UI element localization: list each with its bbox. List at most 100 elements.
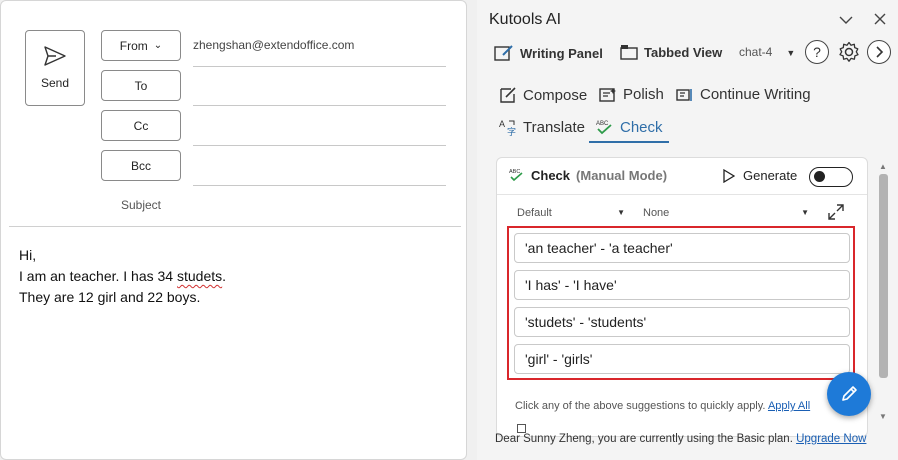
help-button[interactable]: ?	[805, 40, 829, 64]
writing-panel-icon	[494, 45, 513, 61]
bcc-button[interactable]: Bcc	[101, 150, 181, 181]
apply-hint: Click any of the above suggestions to qu…	[515, 400, 810, 412]
compose-icon	[500, 87, 516, 103]
svg-text:A: A	[499, 119, 505, 129]
style-select[interactable]: Default ▼	[517, 207, 625, 219]
to-field[interactable]	[193, 105, 446, 106]
bcc-label: Bcc	[130, 158, 151, 173]
tabbed-view-icon	[620, 45, 638, 60]
send-icon	[44, 46, 66, 66]
polish-icon	[599, 87, 616, 102]
tone-select-value: None	[643, 207, 670, 219]
chat-selector-value: chat-4	[739, 45, 773, 59]
play-icon	[723, 168, 735, 183]
tabbed-view-label: Tabbed View	[644, 44, 723, 60]
tab-continue-writing[interactable]: Continue Writing	[676, 86, 811, 103]
chat-selector[interactable]: chat-4 ▼	[739, 45, 795, 59]
scroll-down-icon[interactable]: ▼	[879, 412, 887, 421]
gear-icon	[839, 41, 859, 62]
pencil-icon	[842, 386, 857, 401]
from-button[interactable]: From ⌄	[101, 30, 181, 61]
subject-label: Subject	[120, 198, 162, 212]
tabbed-view-button[interactable]: Tabbed View	[620, 44, 722, 60]
help-icon: ?	[813, 44, 821, 60]
writing-panel-label: Writing Panel	[520, 45, 603, 61]
cc-button[interactable]: Cc	[101, 110, 181, 141]
plan-text: Dear Sunny Zheng, you are currently usin…	[495, 433, 793, 445]
dropdown-arrow-icon: ▼	[786, 48, 796, 58]
pane-title: Kutools AI	[489, 11, 562, 28]
active-tab-indicator	[589, 141, 669, 143]
upgrade-link[interactable]: Upgrade Now	[796, 433, 866, 445]
tab-compose[interactable]: Compose	[499, 86, 587, 104]
translate-icon: A 字	[499, 119, 516, 136]
to-label: To	[134, 78, 148, 93]
cc-label: Cc	[133, 118, 149, 133]
suggestion-item[interactable]: 'studets' - 'students'	[514, 307, 850, 337]
bcc-field[interactable]	[193, 185, 446, 186]
toggle-knob	[814, 171, 825, 182]
apply-hint-text: Click any of the above suggestions to qu…	[515, 400, 766, 412]
card-divider	[497, 194, 867, 195]
send-label: Send	[40, 76, 70, 90]
settings-button[interactable]	[837, 40, 861, 64]
email-body[interactable]: Hi, I am an teacher. I has 34 studets. T…	[19, 245, 226, 308]
svg-text:字: 字	[507, 126, 516, 136]
tab-continue-writing-label: Continue Writing	[700, 86, 811, 103]
check-card-header: ABC Check (Manual Mode)	[509, 167, 667, 183]
chevron-right-icon	[876, 46, 884, 58]
pane-scrollbar[interactable]: ▲ ▼	[877, 160, 889, 428]
cc-field[interactable]	[193, 145, 446, 146]
tone-select[interactable]: None ▼	[643, 207, 809, 219]
misspelled-word[interactable]: studets	[177, 268, 222, 284]
tab-polish-label: Polish	[623, 86, 664, 103]
body-line-2-start: I am an teacher. I has 34	[19, 268, 177, 284]
from-divider	[193, 66, 446, 67]
continue-writing-icon	[676, 88, 692, 101]
chevron-down-icon[interactable]	[839, 12, 853, 28]
generate-label: Generate	[743, 168, 798, 183]
to-button[interactable]: To	[101, 70, 181, 101]
apply-all-link[interactable]: Apply All	[768, 400, 810, 412]
suggestion-item[interactable]: 'I has' - 'I have'	[514, 270, 850, 300]
body-line-2-end: .	[222, 268, 227, 284]
svg-text:ABC: ABC	[596, 121, 609, 127]
spell-check-icon: ABC	[509, 169, 523, 182]
close-icon[interactable]	[874, 12, 886, 28]
svg-text:ABC: ABC	[509, 169, 520, 175]
dropdown-arrow-icon: ▼	[801, 208, 809, 217]
from-label: From	[119, 38, 148, 53]
check-card: ABC Check (Manual Mode) Generate Default…	[496, 157, 868, 437]
check-title: Check	[531, 167, 571, 183]
style-select-value: Default	[517, 207, 552, 219]
from-address: zhengshan@extendoffice.com	[193, 38, 355, 52]
edit-fab-button[interactable]	[827, 372, 871, 416]
generate-button[interactable]: Generate	[723, 168, 797, 183]
scroll-thumb[interactable]	[879, 174, 888, 378]
send-button[interactable]: Send	[25, 30, 85, 106]
expand-icon[interactable]	[827, 203, 845, 226]
plan-footer: Dear Sunny Zheng, you are currently usin…	[495, 433, 866, 445]
suggestion-item[interactable]: 'an teacher' - 'a teacher'	[514, 233, 850, 263]
kutools-ai-pane: Kutools AI Writing Panel Tabbed View cha…	[477, 0, 898, 460]
suggestion-item[interactable]: 'girl' - 'girls'	[514, 344, 850, 374]
body-line-2: I am an teacher. I has 34 studets.	[19, 266, 226, 287]
tab-check-label: Check	[620, 118, 663, 136]
dropdown-arrow-icon: ▼	[617, 208, 625, 217]
scroll-up-icon[interactable]: ▲	[879, 162, 887, 171]
body-line-3: They are 12 girl and 22 boys.	[19, 289, 201, 305]
tab-translate[interactable]: A 字 Translate	[499, 118, 585, 137]
tab-compose-label: Compose	[523, 86, 588, 104]
email-compose-pane: Send From ⌄ zhengshan@extendoffice.com T…	[0, 0, 467, 460]
expand-panel-button[interactable]	[867, 40, 891, 64]
auto-mode-toggle[interactable]	[809, 167, 853, 187]
body-line-1: Hi,	[19, 247, 37, 263]
suggestions-highlight: 'an teacher' - 'a teacher' 'I has' - 'I …	[507, 226, 855, 380]
spell-check-icon: ABC	[596, 121, 612, 135]
tab-check[interactable]: ABC Check	[596, 118, 663, 136]
option-checkbox[interactable]	[517, 424, 526, 433]
tab-translate-label: Translate	[523, 118, 585, 136]
writing-panel-button[interactable]: Writing Panel	[494, 44, 603, 62]
subject-field[interactable]	[9, 226, 461, 227]
tab-polish[interactable]: Polish	[599, 86, 664, 103]
